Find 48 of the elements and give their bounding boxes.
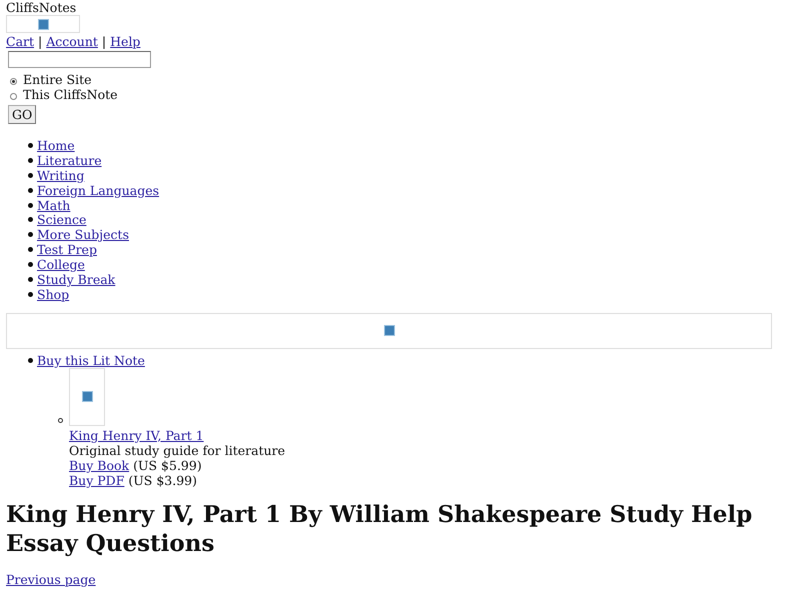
bullet-icon (28, 247, 33, 252)
nav-link[interactable]: Shop (37, 286, 70, 302)
product-title-link[interactable]: King Henry IV, Part 1 (69, 428, 204, 443)
account-link[interactable]: Cart (6, 34, 34, 49)
previous-page-link[interactable]: Previous page (6, 572, 96, 587)
product-description: Original study guide for literature (69, 442, 286, 458)
account-link[interactable]: Account (46, 34, 98, 49)
bullet-icon (28, 262, 33, 268)
separator: | (38, 34, 42, 49)
broken-image-icon (82, 391, 92, 402)
nav-link[interactable]: Literature (37, 152, 102, 168)
broken-image-icon (384, 325, 394, 336)
nav-link[interactable]: Foreign Languages (37, 182, 160, 198)
price: (US $3.99) (128, 472, 198, 488)
radio-button[interactable] (10, 78, 17, 85)
radio-label: Entire Site (23, 72, 92, 87)
bullet-icon (28, 172, 33, 178)
bullet-icon (58, 418, 63, 423)
nav-link[interactable]: Science (37, 212, 86, 228)
go-button[interactable]: GO (8, 105, 36, 124)
nav-link[interactable]: Writing (37, 168, 84, 183)
bullet-icon (28, 292, 33, 297)
buy-option-link[interactable]: Buy PDF (69, 472, 124, 488)
nav-link[interactable]: More Subjects (37, 227, 129, 242)
bullet-icon (28, 188, 33, 193)
nav-link[interactable]: Study Break (37, 272, 116, 287)
bullet-icon (28, 358, 33, 363)
broken-image-icon (38, 19, 48, 30)
nav-link[interactable]: Test Prep (37, 242, 97, 258)
nav-link[interactable]: Math (37, 198, 70, 213)
page-title: King Henry IV, Part 1 By William Shakespeare Study Help Essay Questions (6, 500, 754, 558)
radio-button[interactable] (10, 93, 17, 100)
bullet-icon (28, 202, 33, 208)
bullet-icon (28, 217, 33, 222)
separator: | (102, 34, 106, 49)
price: (US $5.99) (133, 458, 202, 473)
buy-option-link[interactable]: Buy Book (69, 458, 130, 473)
buy-link[interactable]: Buy this Lit Note (37, 352, 145, 368)
bullet-icon (28, 142, 33, 148)
bullet-icon (28, 232, 33, 238)
site-name: CliffsNotes (6, 0, 78, 15)
radio-label: This CliffsNote (23, 87, 118, 102)
bullet-icon (28, 158, 33, 163)
search-field[interactable] (8, 51, 151, 68)
nav-link[interactable]: Home (37, 138, 75, 153)
account-link[interactable]: Help (110, 34, 140, 49)
nav-link[interactable]: College (37, 257, 85, 272)
bullet-icon (28, 276, 33, 282)
